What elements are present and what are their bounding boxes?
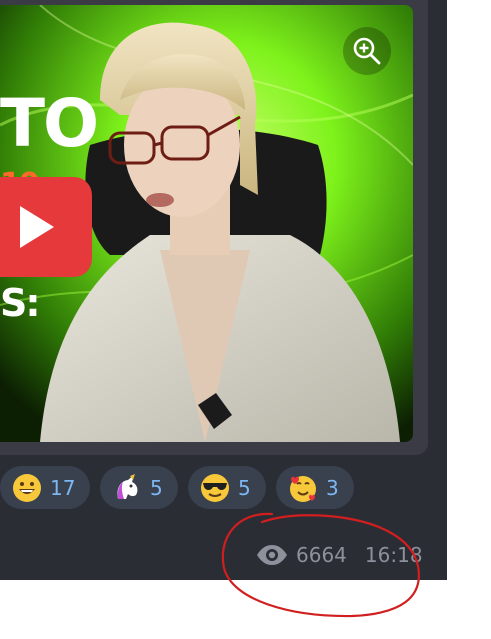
- zoom-button[interactable]: [343, 27, 391, 75]
- reaction-unicorn[interactable]: 5: [100, 466, 178, 509]
- chat-panel: TO 10 S:: [0, 0, 447, 580]
- message-bubble: TO 10 S:: [0, 0, 428, 455]
- reaction-grinning[interactable]: 17: [0, 466, 90, 509]
- play-button[interactable]: [0, 177, 92, 277]
- reaction-count: 5: [150, 475, 163, 500]
- reaction-count: 3: [326, 475, 339, 500]
- view-count: 6664: [296, 543, 347, 567]
- play-icon: [20, 206, 54, 248]
- zoom-in-icon: [353, 37, 381, 65]
- message-time: 16:18: [364, 543, 423, 567]
- thumbnail-headline-top: TO: [0, 85, 99, 162]
- thumbnail-headline-bottom: S:: [0, 281, 41, 325]
- reaction-count: 5: [238, 475, 251, 500]
- message-meta: 6664 16:18: [256, 540, 423, 570]
- reaction-count: 17: [50, 475, 76, 500]
- video-thumbnail[interactable]: TO 10 S:: [0, 5, 413, 442]
- right-edge-margin: [447, 0, 491, 580]
- eye-icon: [257, 545, 287, 565]
- reaction-hearts[interactable]: 3: [276, 466, 354, 509]
- smiling-face-with-hearts-icon: [288, 473, 318, 503]
- smiling-face-with-sunglasses-icon: [200, 473, 230, 503]
- reaction-sunglasses[interactable]: 5: [188, 466, 266, 509]
- grinning-face-icon: [12, 473, 42, 503]
- unicorn-icon: [112, 473, 142, 503]
